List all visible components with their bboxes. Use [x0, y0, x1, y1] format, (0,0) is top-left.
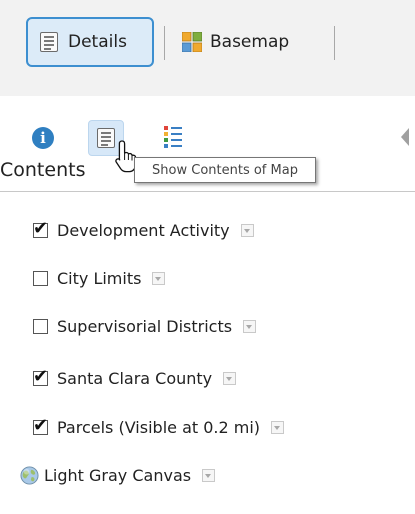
layer-options-dropdown-icon[interactable]	[223, 371, 237, 385]
contents-heading: Contents	[0, 159, 86, 181]
checkmark-icon: ✔	[33, 217, 49, 239]
layer-options-dropdown-icon[interactable]	[202, 468, 216, 482]
layer-label[interactable]: City Limits	[57, 269, 141, 288]
layer-visibility-checkbox[interactable]	[33, 318, 48, 334]
layer-item: ✔ Parcels (Visible at 0.2 mi)	[0, 412, 285, 442]
layer-options-dropdown-icon[interactable]	[152, 271, 166, 285]
layer-label[interactable]: Supervisorial Districts	[57, 317, 232, 336]
layer-item: City Limits	[0, 263, 166, 293]
globe-icon	[20, 465, 39, 485]
layer-item: ✔ Development Activity	[0, 215, 254, 245]
info-icon[interactable]: i	[32, 127, 54, 149]
toolbar-separator	[164, 26, 165, 60]
layer-visibility-checkbox[interactable]	[33, 270, 48, 286]
details-button[interactable]: Details	[26, 17, 154, 67]
checkmark-icon: ✔	[33, 414, 49, 436]
tooltip: Show Contents of Map	[134, 157, 316, 183]
layer-label[interactable]: Santa Clara County	[57, 369, 212, 388]
basemap-button[interactable]: Basemap	[182, 17, 289, 67]
layer-label[interactable]: Development Activity	[57, 221, 230, 240]
document-list-icon	[40, 32, 58, 52]
collapse-panel-icon[interactable]	[401, 128, 409, 146]
layer-options-dropdown-icon[interactable]	[240, 223, 254, 237]
layer-visibility-checkbox[interactable]: ✔	[33, 415, 48, 435]
layer-item: Supervisorial Districts	[0, 311, 257, 341]
layer-label[interactable]: Parcels (Visible at 0.2 mi)	[57, 418, 260, 437]
section-divider	[0, 191, 415, 192]
details-button-label: Details	[68, 32, 127, 52]
basemap-layer-label[interactable]: Light Gray Canvas	[44, 466, 191, 485]
legend-list-icon[interactable]	[164, 126, 184, 150]
layer-options-dropdown-icon[interactable]	[243, 319, 257, 333]
layer-item: ✔ Santa Clara County	[0, 363, 237, 393]
layer-visibility-checkbox[interactable]: ✔	[33, 218, 48, 238]
basemap-grid-icon	[182, 32, 202, 52]
basemap-button-label: Basemap	[210, 32, 290, 52]
basemap-layer-item: Light Gray Canvas	[0, 460, 216, 490]
checkmark-icon: ✔	[33, 365, 49, 387]
layer-options-dropdown-icon[interactable]	[271, 420, 285, 434]
info-glyph: i	[40, 129, 46, 147]
layer-visibility-checkbox[interactable]: ✔	[33, 366, 48, 386]
toolbar: Details Basemap	[0, 0, 415, 96]
toolbar-separator	[334, 26, 335, 60]
